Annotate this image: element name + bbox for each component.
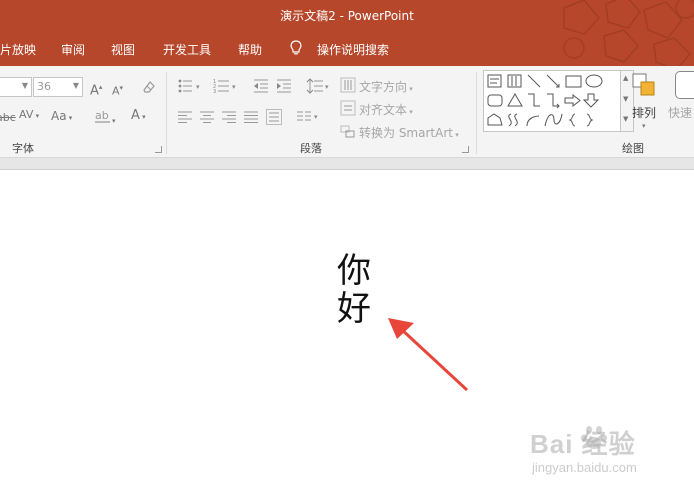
chevron-down-icon[interactable]: ▾ bbox=[642, 119, 646, 133]
align-center-icon[interactable] bbox=[200, 110, 214, 127]
tab-review[interactable]: 审阅 bbox=[61, 41, 85, 58]
text-line: 你 bbox=[337, 251, 371, 291]
justify-icon[interactable] bbox=[244, 110, 258, 127]
slide-ruler-strip bbox=[0, 158, 694, 170]
font-color-icon[interactable]: A ▾ bbox=[131, 109, 146, 124]
tab-developer[interactable]: 开发工具 bbox=[163, 41, 211, 58]
text-direction-icon[interactable] bbox=[340, 77, 356, 96]
decrease-indent-icon[interactable] bbox=[253, 78, 269, 97]
svg-text:▾: ▾ bbox=[196, 83, 200, 91]
change-case-icon[interactable]: Aa ▾ bbox=[51, 109, 72, 125]
strikethrough-icon[interactable]: abc bbox=[0, 111, 16, 125]
numbering-icon[interactable]: 1 2 3 ▾ bbox=[213, 78, 241, 97]
shrink-font-icon[interactable]: A▾ bbox=[112, 81, 123, 99]
paragraph-dialog-launcher[interactable] bbox=[462, 146, 469, 153]
annotation-arrow bbox=[380, 312, 475, 401]
align-left-icon[interactable] bbox=[178, 110, 192, 127]
smartart-icon[interactable] bbox=[340, 123, 356, 142]
font-size-value: 36 bbox=[37, 80, 51, 93]
font-size-field[interactable]: 36 ▼ bbox=[33, 77, 83, 97]
svg-text:▾: ▾ bbox=[325, 83, 329, 91]
group-label-font: 字体 bbox=[12, 142, 34, 155]
shapes-gallery[interactable] bbox=[483, 70, 621, 132]
chevron-down-icon[interactable]: ▼ bbox=[623, 95, 628, 103]
text-direction-label[interactable]: 文字方向 ▾ bbox=[359, 78, 413, 95]
header-decoration bbox=[544, 0, 694, 66]
align-text-label[interactable]: 对齐文本 ▾ bbox=[359, 101, 413, 118]
character-spacing-icon[interactable]: AV ▾ bbox=[19, 108, 39, 123]
chevron-down-icon[interactable]: ▾ bbox=[112, 114, 116, 128]
quick-styles-icon[interactable] bbox=[675, 71, 694, 99]
highlight-icon[interactable]: ab bbox=[94, 108, 112, 127]
svg-text:▾: ▾ bbox=[232, 83, 236, 91]
chevron-up-icon[interactable]: ▲ bbox=[623, 74, 628, 82]
paw-icon bbox=[580, 422, 610, 456]
group-label-paragraph: 段落 bbox=[300, 142, 322, 155]
tab-help[interactable]: 帮助 bbox=[238, 41, 262, 58]
increase-indent-icon[interactable] bbox=[276, 78, 292, 97]
align-right-icon[interactable] bbox=[222, 110, 236, 127]
quick-styles-label[interactable]: 快速 bbox=[668, 104, 692, 121]
grow-font-icon[interactable]: A▴ bbox=[90, 80, 102, 98]
watermark-url: jingyan.baidu.com bbox=[532, 460, 637, 475]
clear-formatting-icon[interactable] bbox=[141, 78, 157, 97]
vertical-text-box[interactable]: 你 好 bbox=[337, 252, 377, 328]
ribbon: ▼ 36 ▼ A▴ A▾ abc AV ▾ Aa ▾ ab ▾ A ▾ 字体 ▾… bbox=[0, 66, 694, 158]
chevron-down-icon: ▼ bbox=[72, 81, 79, 90]
bullets-icon[interactable]: ▾ bbox=[178, 78, 204, 97]
svg-text:3: 3 bbox=[213, 89, 216, 94]
svg-text:▾: ▾ bbox=[314, 113, 318, 121]
font-name-field[interactable]: ▼ bbox=[0, 77, 32, 97]
align-text-icon[interactable] bbox=[340, 100, 356, 119]
arrange-icon[interactable] bbox=[630, 71, 658, 103]
more-icon[interactable]: ▼ bbox=[623, 115, 628, 123]
text-line: 好 bbox=[337, 289, 371, 329]
tab-view[interactable]: 视图 bbox=[111, 41, 135, 58]
convert-smartart-label[interactable]: 转换为 SmartArt ▾ bbox=[359, 124, 459, 141]
svg-text:ab: ab bbox=[95, 109, 109, 122]
group-label-drawing: 绘图 bbox=[622, 142, 644, 155]
tell-me-search[interactable]: 操作说明搜索 bbox=[317, 41, 389, 58]
tab-slideshow[interactable]: 片放映 bbox=[0, 41, 36, 58]
font-dialog-launcher[interactable] bbox=[155, 146, 162, 153]
watermark: Bai 经验 jingyan.baidu.com bbox=[530, 420, 690, 486]
line-spacing-icon[interactable]: ▾ bbox=[306, 78, 332, 97]
chevron-down-icon: ▼ bbox=[21, 81, 28, 90]
distributed-icon[interactable] bbox=[266, 109, 282, 128]
group-separator bbox=[166, 72, 167, 154]
group-separator bbox=[476, 72, 477, 154]
columns-icon[interactable]: ▾ bbox=[297, 110, 321, 127]
lightbulb-icon[interactable] bbox=[290, 40, 302, 60]
